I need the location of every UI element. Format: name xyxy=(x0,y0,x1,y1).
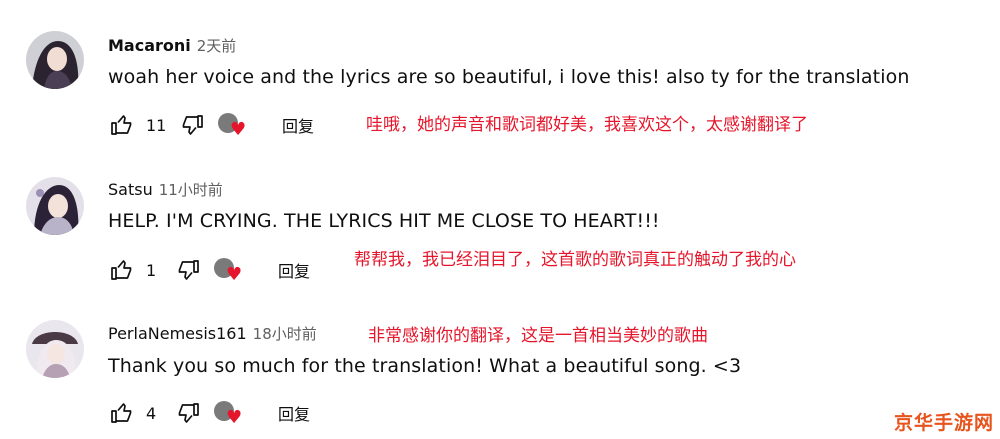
comment-time[interactable]: 11小时前 xyxy=(159,181,223,199)
creator-heart: ♥ xyxy=(214,256,244,284)
anime-avatar-icon xyxy=(26,177,84,235)
thumbs-up-icon xyxy=(111,260,132,280)
heart-icon: ♥ xyxy=(226,407,243,428)
comment-time[interactable]: 18小时前 xyxy=(253,325,317,343)
like-button[interactable] xyxy=(108,256,136,284)
thumbs-down-icon xyxy=(178,403,199,423)
reply-button[interactable]: 回复 xyxy=(278,401,310,425)
translation-note: 帮帮我，我已经泪目了，这首歌的歌词真正的触动了我的心 xyxy=(354,250,796,270)
like-count: 4 xyxy=(146,403,157,423)
comment-author[interactable]: PerlaNemesis161 xyxy=(108,324,247,343)
like-count: 1 xyxy=(146,260,157,280)
avatar[interactable] xyxy=(26,320,84,378)
anime-avatar-icon xyxy=(26,320,84,378)
site-watermark: 京华手游网 xyxy=(893,412,994,434)
translation-note: 非常感谢你的翻译，这是一首相当美妙的歌曲 xyxy=(368,326,708,346)
comment-author[interactable]: Satsu xyxy=(108,180,153,199)
thumbs-up-icon xyxy=(111,403,132,423)
comment-text: HELP. I'M CRYING. THE LYRICS HIT ME CLOS… xyxy=(108,210,660,232)
thumbs-down-icon xyxy=(178,260,199,280)
comment: PerlaNemesis161 18小时前 Thank you so much f… xyxy=(0,0,1000,427)
comment-text: Thank you so much for the translation! W… xyxy=(108,355,742,377)
dislike-button[interactable] xyxy=(174,399,202,427)
reply-button[interactable]: 回复 xyxy=(278,258,310,282)
dislike-button[interactable] xyxy=(174,256,202,284)
like-button[interactable] xyxy=(108,399,136,427)
creator-heart: ♥ xyxy=(214,399,244,427)
avatar[interactable] xyxy=(26,177,84,235)
heart-icon: ♥ xyxy=(226,264,243,285)
